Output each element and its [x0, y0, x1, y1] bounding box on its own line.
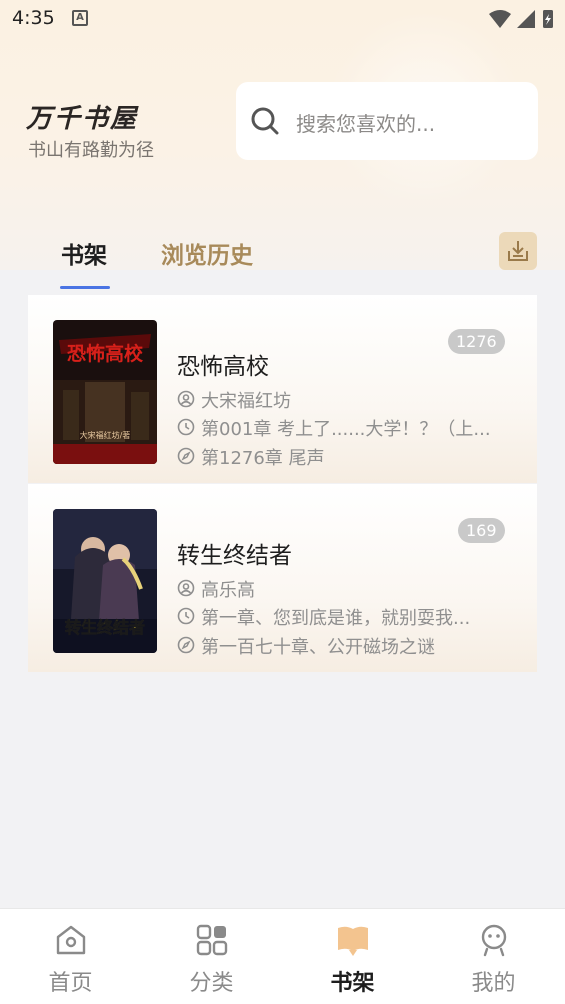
app-logo-title: 万千书屋 — [26, 104, 139, 134]
author-icon — [177, 390, 195, 408]
last-read-row: 第001章 考上了......大学！？（上... — [177, 415, 517, 439]
active-tab-indicator — [60, 286, 110, 289]
download-icon — [508, 241, 528, 261]
cover-title-text: 转生终结者 — [65, 618, 145, 637]
status-bar: 4:35 A — [0, 0, 565, 38]
bottom-navigation: 首页 分类 书架 我的 — [0, 908, 565, 1004]
tab-bookshelf[interactable]: 书架 — [61, 236, 107, 270]
nav-bookshelf[interactable]: 书架 — [282, 909, 423, 1004]
author-icon — [177, 579, 195, 597]
book-author-row: 大宋福红坊 — [177, 387, 517, 411]
nav-category[interactable]: 分类 — [141, 909, 282, 1004]
book-title: 转生终结者 — [177, 543, 292, 569]
search-placeholder[interactable]: 搜索您喜欢的... — [296, 108, 435, 137]
book-author: 大宋福红坊 — [201, 391, 291, 411]
last-read-chapter: 第一章、您到底是谁，就别耍我... — [201, 608, 471, 628]
chapter-count-badge: 169 — [458, 518, 505, 543]
category-icon — [196, 924, 228, 956]
status-time: 4:35 — [12, 7, 55, 29]
nav-profile[interactable]: 我的 — [423, 909, 564, 1004]
last-read-chapter: 第001章 考上了......大学！？（上... — [201, 419, 491, 439]
home-icon — [56, 925, 86, 955]
book-item[interactable]: 恐怖高校 大宋福红坊/著 恐怖高校 1276 大宋福红坊 第001章 考上了..… — [28, 295, 537, 483]
bookshelf-icon — [338, 926, 368, 956]
nav-category-label: 分类 — [189, 971, 234, 996]
profile-icon — [481, 924, 507, 957]
tab-browse-history[interactable]: 浏览历史 — [161, 236, 253, 270]
nav-home[interactable]: 首页 — [0, 909, 141, 1004]
clock-icon — [177, 418, 195, 436]
nav-bookshelf-label: 书架 — [330, 971, 375, 996]
notification-icon: A — [72, 10, 88, 26]
cover-author-text: 大宋福红坊/著 — [80, 430, 131, 440]
search-icon — [251, 107, 279, 135]
nav-home-label: 首页 — [48, 971, 93, 996]
compass-icon — [177, 636, 195, 654]
download-button[interactable] — [499, 232, 537, 270]
nav-profile-label: 我的 — [471, 971, 516, 996]
latest-chapter-row: 第一百七十章、公开磁场之谜 — [177, 633, 517, 657]
cover-title-text: 恐怖高校 — [67, 342, 144, 365]
latest-chapter: 第1276章 尾声 — [201, 448, 325, 468]
book-author-row: 高乐高 — [177, 576, 517, 600]
chapter-count-badge: 1276 — [448, 329, 505, 354]
compass-icon — [177, 447, 195, 465]
book-cover: 恐怖高校 大宋福红坊/著 — [53, 320, 157, 464]
book-author: 高乐高 — [201, 580, 255, 600]
book-cover: 转生终结者 — [53, 509, 157, 653]
app-slogan: 书山有路勤为径 — [28, 140, 154, 161]
system-status-icons — [489, 10, 553, 28]
book-item[interactable]: 转生终结者 转生终结者 169 高乐高 第一章、您到底是谁，就别耍我... 第一… — [28, 484, 537, 672]
clock-icon — [177, 607, 195, 625]
latest-chapter-row: 第1276章 尾声 — [177, 444, 517, 468]
latest-chapter: 第一百七十章、公开磁场之谜 — [201, 637, 435, 657]
last-read-row: 第一章、您到底是谁，就别耍我... — [177, 604, 517, 628]
book-title: 恐怖高校 — [177, 354, 269, 380]
